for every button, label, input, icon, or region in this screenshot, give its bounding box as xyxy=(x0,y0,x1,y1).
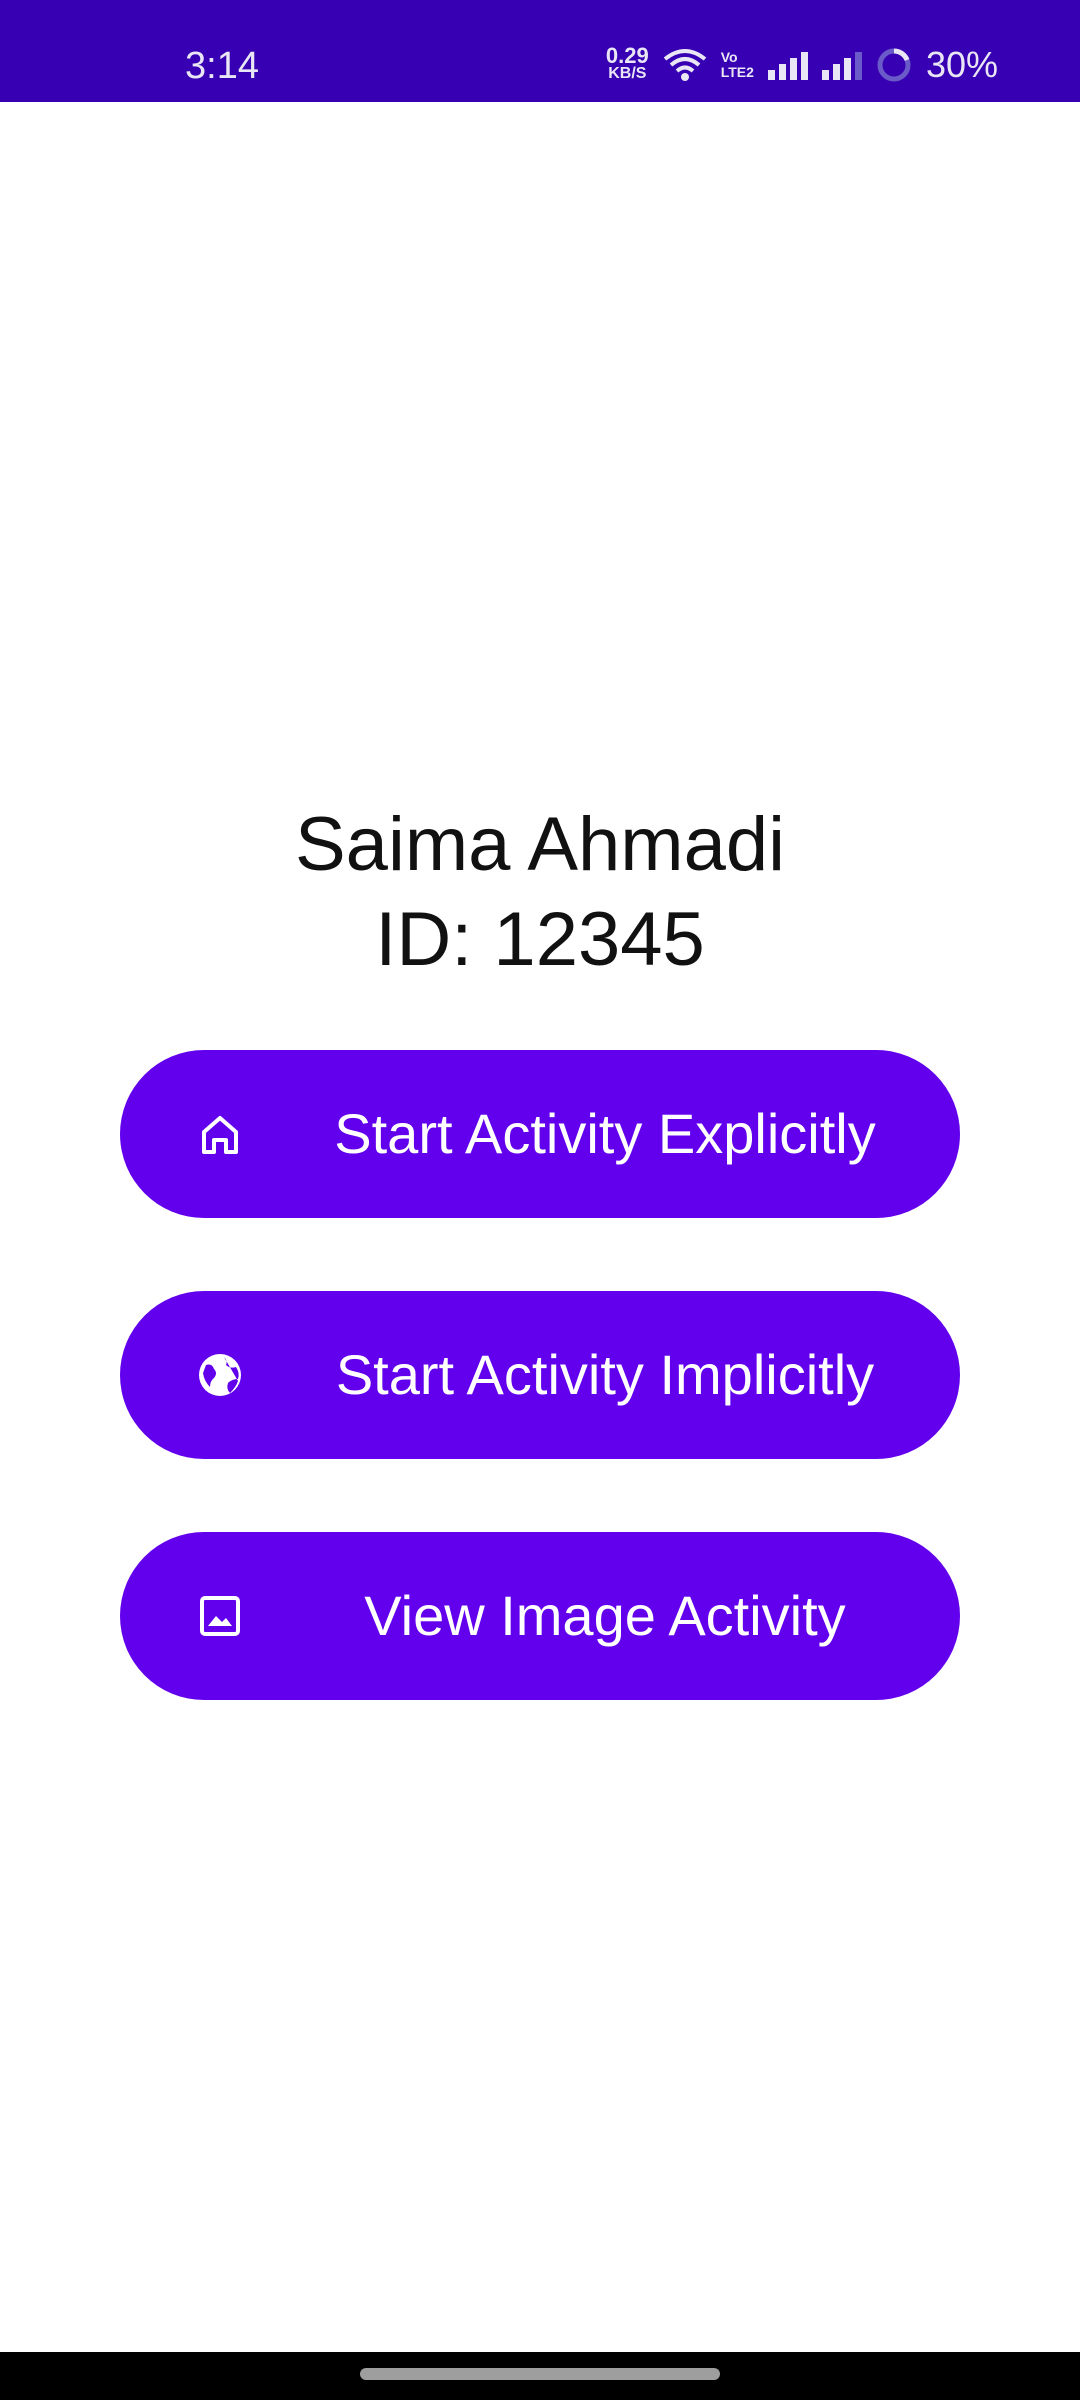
network-speed-value: 0.29 xyxy=(605,43,649,68)
status-time: 3:14 xyxy=(185,45,259,87)
image-icon xyxy=(200,1596,240,1636)
profile-name: Saima Ahmadi xyxy=(294,802,786,887)
wifi-icon xyxy=(663,49,706,81)
navigation-bar xyxy=(0,2352,1080,2400)
volte-top: Vo xyxy=(720,49,738,65)
battery-ring-icon xyxy=(877,48,911,82)
start-activity-implicitly-button[interactable]: Start Activity Implicitly xyxy=(120,1291,960,1459)
home-icon xyxy=(202,1116,238,1154)
view-image-activity-label: View Image Activity xyxy=(364,1584,846,1647)
globe-icon xyxy=(199,1354,241,1396)
network-speed: 0.29 KB/S xyxy=(605,43,649,83)
signal-icon-sim2 xyxy=(821,50,862,80)
battery-percentage: 30% xyxy=(925,44,998,85)
status-icons: 0.29 KB/S Vo LTE2 30% xyxy=(606,40,998,90)
volte-bottom: LTE2 xyxy=(720,64,754,80)
view-image-activity-button[interactable]: View Image Activity xyxy=(120,1532,960,1700)
start-activity-implicitly-label: Start Activity Implicitly xyxy=(335,1343,875,1406)
home-gesture-handle[interactable] xyxy=(360,2368,720,2380)
volte-indicator: Vo LTE2 xyxy=(721,50,754,80)
signal-icon xyxy=(767,50,808,80)
start-activity-explicitly-label: Start Activity Explicitly xyxy=(334,1102,876,1165)
profile-id: ID: 12345 xyxy=(375,897,705,982)
status-bar: 3:14 0.29 KB/S Vo LTE2 30% xyxy=(0,0,1080,102)
network-speed-unit: KB/S xyxy=(608,65,647,82)
app-screen: 3:14 0.29 KB/S Vo LTE2 30% Saima Ahmadi … xyxy=(0,0,1080,2400)
start-activity-explicitly-button[interactable]: Start Activity Explicitly xyxy=(120,1050,960,1218)
